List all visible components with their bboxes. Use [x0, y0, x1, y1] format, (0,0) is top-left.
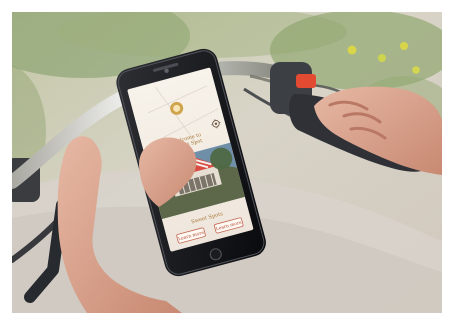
flower-4	[412, 66, 420, 74]
red-button	[296, 74, 316, 88]
photo-scene: Welcome to Sweet Spot	[0, 0, 454, 325]
photo: Welcome to Sweet Spot	[12, 12, 442, 313]
photo-illustration: Welcome to Sweet Spot	[12, 12, 442, 313]
flower-2	[378, 54, 386, 62]
flower-1	[347, 45, 357, 55]
flower-3	[400, 42, 408, 50]
